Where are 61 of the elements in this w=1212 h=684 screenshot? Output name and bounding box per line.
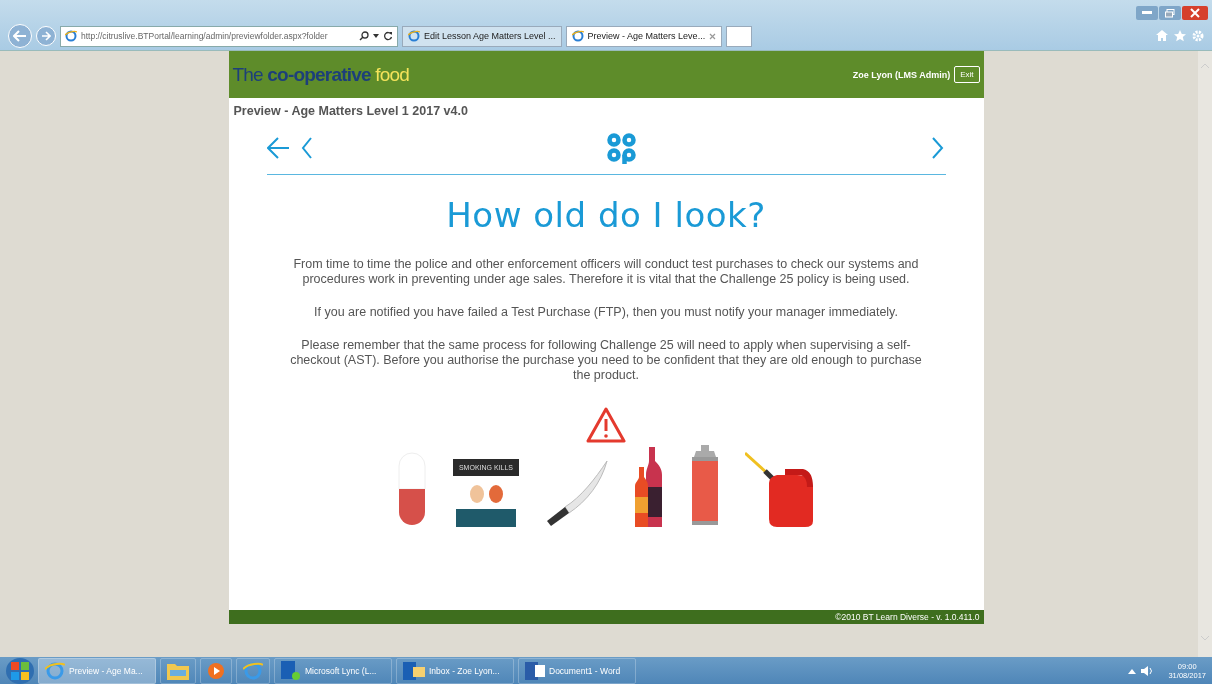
bottles-icon — [635, 447, 665, 527]
document-icon — [525, 661, 545, 680]
coop-logo-icon — [607, 132, 637, 164]
taskbar-item[interactable]: Preview - Age Ma... — [38, 657, 156, 684]
folder-icon — [167, 661, 189, 680]
close-button[interactable] — [1182, 6, 1208, 20]
page-title: Preview - Age Matters Level 1 2017 v4.0 — [232, 103, 469, 120]
lesson-paragraph: If you are notified you have failed a Test Purchase (FTP), then you must notify your manager immediately. — [313, 305, 899, 320]
back-arrow-icon — [13, 30, 27, 42]
refresh-icon[interactable] — [383, 31, 393, 41]
tray-arrow-icon[interactable] — [1128, 667, 1137, 674]
aerosol-can-icon — [691, 445, 719, 527]
restore-button[interactable] — [1159, 6, 1181, 20]
lesson-paragraph: From time to time the police and other enforcement officers will conduct test purchases to check our systems and procedures work in preventing under age sales. Therefore it is vital that the Challenge 25 policy is being used. — [292, 257, 920, 287]
scrollbar[interactable] — [1198, 51, 1212, 657]
volume-icon[interactable] — [1140, 664, 1155, 677]
browser-icon — [45, 660, 65, 681]
capsule-icon — [397, 451, 427, 527]
back-button[interactable] — [8, 24, 32, 48]
start-button[interactable] — [6, 657, 34, 684]
taskbar-item[interactable] — [160, 657, 196, 684]
chat-icon — [281, 660, 301, 681]
taskbar-item[interactable]: Inbox - Zoe Lyon... — [396, 657, 514, 684]
copyright-text: ©2010 BT Learn Diverse - v. 1.0.411.0 — [835, 612, 980, 622]
close-icon — [1190, 8, 1200, 18]
minimize-icon — [1142, 11, 1152, 15]
dropdown-icon[interactable] — [373, 34, 379, 38]
knife-icon — [545, 459, 609, 527]
warning-icon — [586, 407, 626, 443]
browser-icon — [571, 30, 584, 42]
taskbar-item[interactable] — [200, 657, 232, 684]
star-icon[interactable] — [1174, 30, 1186, 42]
play-icon — [207, 661, 225, 680]
lesson-paragraph: Please remember that the same process for following Challenge 25 will need to apply when supervising a self-checkout (AST). Before you authorise the purchase you need to be confident that they are old enough to purchase the product. — [289, 338, 923, 383]
minimize-button[interactable] — [1136, 6, 1158, 20]
user-name: Zoe Lyon (LMS Admin) — [852, 69, 951, 80]
address-field[interactable]: http://citruslive.BTPortal/learning/admin/previewfolder.aspx?folder — [60, 25, 398, 47]
forward-arrow-icon — [41, 31, 51, 41]
settings-icon[interactable] — [1192, 30, 1204, 42]
search-icon[interactable] — [359, 31, 369, 41]
close-tab-icon[interactable] — [709, 32, 717, 40]
exit-button[interactable]: Exit — [954, 66, 980, 83]
brand-logo: The co-operative food — [232, 63, 409, 86]
taskbar-item[interactable]: Microsoft Lync (L... — [274, 657, 392, 684]
fuel-can-icon — [745, 449, 815, 527]
browser-icon — [243, 660, 263, 681]
new-tab-button[interactable] — [726, 25, 753, 47]
back-arrow-icon[interactable] — [266, 135, 315, 161]
mail-icon — [403, 661, 425, 680]
scroll-up-icon[interactable] — [1201, 63, 1209, 68]
browser-icon — [408, 30, 420, 42]
lesson-heading: How old do I look? — [446, 195, 766, 235]
browser-tab[interactable]: Preview - Age Matters Leve... — [565, 25, 723, 47]
home-icon[interactable] — [1156, 30, 1168, 41]
taskbar-item[interactable] — [236, 657, 270, 684]
scroll-down-icon[interactable] — [1201, 636, 1209, 641]
taskbar-item[interactable]: Document1 - Word — [518, 657, 636, 684]
browser-icon — [65, 30, 77, 42]
restore-icon — [1165, 8, 1175, 18]
forward-button[interactable] — [36, 26, 56, 46]
browser-tab[interactable]: Edit Lesson Age Matters Level ... — [402, 25, 562, 47]
